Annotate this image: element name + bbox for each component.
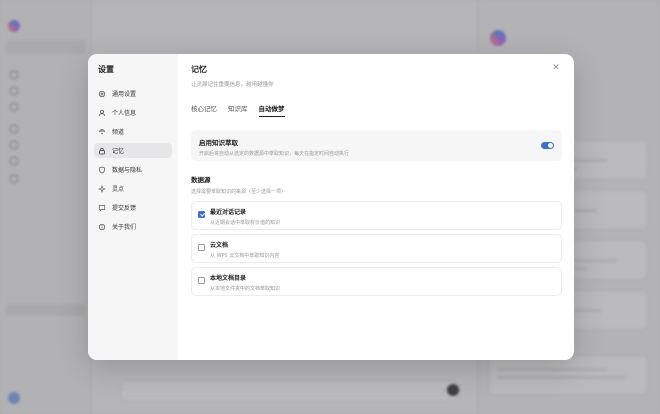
settings-nav-feedback[interactable]: 提交反馈 — [94, 200, 172, 215]
info-icon — [98, 223, 106, 231]
settings-modal: 设置 通用设置 个人信息 频道 记忆 数据与隐私 灵点 提交反馈 关于我们 记忆… — [88, 54, 574, 360]
settings-nav-about[interactable]: 关于我们 — [94, 219, 172, 234]
datasource-checkbox[interactable] — [198, 244, 205, 251]
tab-auto-dream[interactable]: 自动做梦 — [258, 103, 285, 117]
sparkle-icon — [98, 184, 106, 193]
knowledge-extraction-title: 启用知识萃取 — [199, 139, 238, 147]
knowledge-extraction-card: 启用知识萃取 开启后将自动从选定的数据源中萃取知识，每天在指定时间自动执行 — [191, 130, 562, 161]
datasource-desc: 从近期会话中萃取有价值的知识 — [210, 220, 281, 226]
datasource-name: 最近对话记录 — [210, 209, 247, 216]
datasource-checkbox[interactable] — [198, 211, 205, 218]
settings-content: 记忆 让灵犀记住重要信息，越用越懂你 ✕ 核心记忆 知识库 自动做梦 启用知识萃… — [178, 54, 574, 360]
gear-icon — [98, 90, 106, 98]
tab-core-memory[interactable]: 核心记忆 — [191, 103, 217, 117]
settings-nav-channel[interactable]: 频道 — [94, 124, 172, 139]
tab-knowledge-base[interactable]: 知识库 — [228, 103, 248, 117]
settings-sidebar: 设置 通用设置 个人信息 频道 记忆 数据与隐私 灵点 提交反馈 关于我们 — [88, 54, 178, 360]
datasource-item-recent-chats[interactable]: 最近对话记录 从近期会话中萃取有价值的知识 — [191, 201, 562, 230]
settings-nav-label: 关于我们 — [112, 224, 137, 231]
datasource-desc: 从 WPS 云文档中萃取知识内容 — [210, 253, 280, 259]
datasource-name: 本地文档目录 — [210, 275, 247, 282]
settings-title: 设置 — [98, 65, 114, 74]
close-icon[interactable]: ✕ — [551, 63, 561, 73]
settings-nav-privacy[interactable]: 数据与隐私 — [94, 162, 172, 177]
shield-icon — [98, 166, 106, 174]
settings-nav-label: 数据与隐私 — [112, 167, 143, 174]
datasource-item-local-folder[interactable]: 本地文档目录 从本地文件夹中的文档萃取知识 — [191, 267, 562, 296]
datasource-title: 数据源 — [191, 176, 211, 184]
page-title: 记忆 — [191, 65, 207, 74]
lock-icon — [98, 147, 106, 155]
settings-nav-label: 个人信息 — [112, 110, 137, 117]
knowledge-extraction-toggle[interactable] — [541, 142, 554, 149]
knowledge-extraction-description: 开启后将自动从选定的数据源中萃取知识，每天在指定时间自动执行 — [199, 151, 350, 157]
settings-nav-profile[interactable]: 个人信息 — [94, 105, 172, 120]
settings-nav-label: 频道 — [112, 129, 125, 136]
user-icon — [98, 109, 106, 117]
datasource-description: 选择需要萃取知识的来源（至少选择一项） — [191, 189, 287, 195]
datasource-checkbox[interactable] — [198, 277, 205, 284]
settings-nav-label: 提交反馈 — [112, 205, 137, 212]
channel-icon — [98, 128, 106, 136]
datasource-item-cloud-docs[interactable]: 云文档 从 WPS 云文档中萃取知识内容 — [191, 234, 562, 263]
settings-nav-memory[interactable]: 记忆 — [94, 143, 172, 158]
settings-nav-sparkle[interactable]: 灵点 — [94, 181, 172, 196]
settings-nav-label: 灵点 — [112, 186, 125, 193]
datasource-name: 云文档 — [210, 242, 229, 249]
settings-nav-general[interactable]: 通用设置 — [94, 86, 172, 101]
datasource-desc: 从本地文件夹中的文档萃取知识 — [210, 286, 281, 292]
settings-nav-label: 记忆 — [112, 148, 125, 155]
page-description: 让灵犀记住重要信息，越用越懂你 — [191, 82, 274, 88]
feedback-icon — [98, 204, 106, 212]
settings-nav-label: 通用设置 — [112, 91, 137, 98]
memory-tabs: 核心记忆 知识库 自动做梦 — [191, 103, 562, 117]
